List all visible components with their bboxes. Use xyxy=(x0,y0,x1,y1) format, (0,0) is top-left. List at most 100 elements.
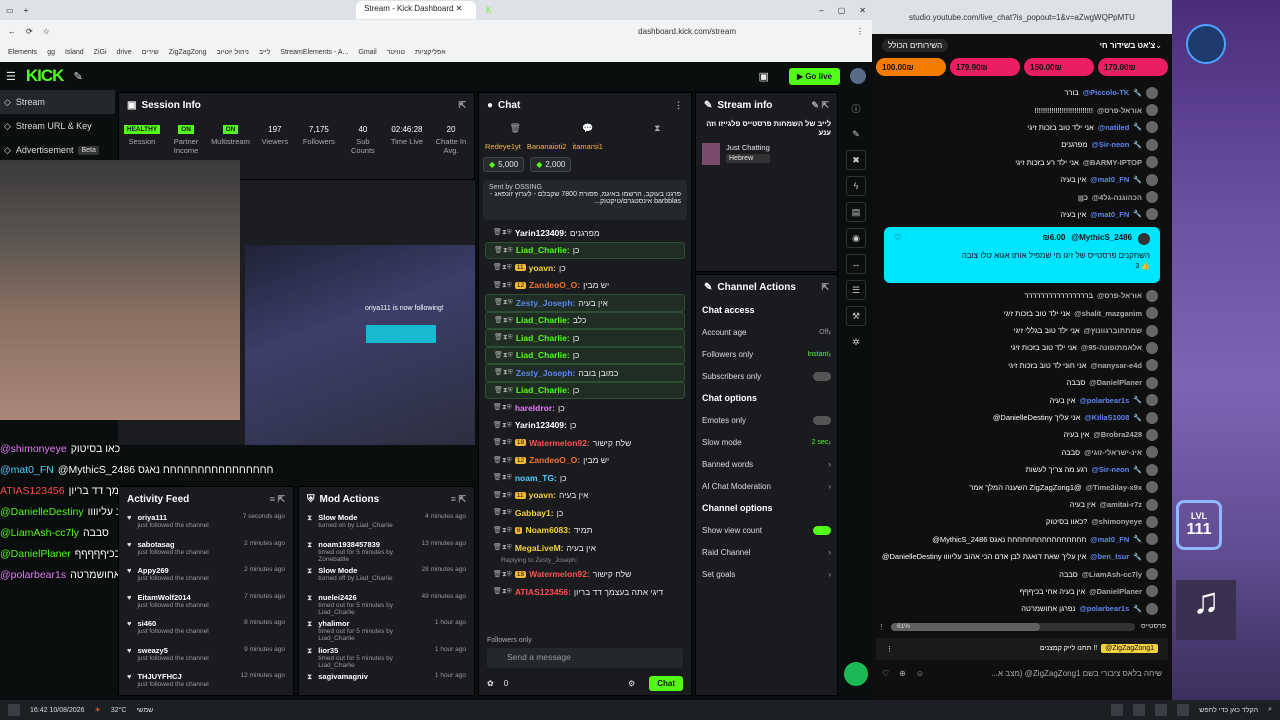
yt-message[interactable]: סבבה @אינ-ישראלי-זוגי xyxy=(872,444,1172,461)
yt-message[interactable]: ברררררררררררררררר @אוראל-פרס xyxy=(872,287,1172,304)
chat-username[interactable]: Watermelon92: xyxy=(529,569,590,579)
extensions-icon[interactable]: ⋮ xyxy=(856,27,864,36)
yt-message[interactable]: סבבה @DanielPlaner xyxy=(872,374,1172,391)
yt-author[interactable]: @Sir-neon xyxy=(1092,465,1130,474)
chat-message[interactable]: 🗑⧗⛨ Liad_Charlie: כן xyxy=(485,329,685,347)
chat-message[interactable]: 🗑⧗⛨ 11 yoavn: אין בעיה xyxy=(479,487,691,505)
channel-setting-row[interactable]: Emotes only xyxy=(696,409,837,431)
popout-icon[interactable]: ⇱ xyxy=(458,100,466,111)
heart-icon[interactable]: ♡ xyxy=(894,233,901,242)
feed-item[interactable]: ⧗ Slow Mode turned on by Liad_Charlie 4 min… xyxy=(299,511,474,538)
filter-icon[interactable]: ≡ ⇱ xyxy=(270,494,285,505)
yt-message[interactable]: נפרגן אחושמרטה @polarbear1s 🔧 xyxy=(872,600,1172,617)
hourglass-icon[interactable]: ⧗ xyxy=(654,123,660,134)
yt-author[interactable]: @shimonyeye xyxy=(1091,517,1142,526)
clear-icon[interactable]: ✖ xyxy=(846,150,866,170)
sidebar-item[interactable]: ◇ Stream xyxy=(0,90,115,114)
yt-message[interactable]: @MythicS_2486 חחחחחחחחחחחחחחחח נאגס @mat0… xyxy=(872,531,1172,548)
minimize-icon[interactable]: – xyxy=(819,6,823,15)
chat-message[interactable]: 🗑⧗⛨ Gabbay1: כן xyxy=(479,504,691,522)
feed-item[interactable]: ⧗ lior35 timed out for 5 minutes by Liad_C… xyxy=(299,644,474,671)
channel-setting-row[interactable]: Account age Off › xyxy=(696,321,837,343)
chat-username[interactable]: MegaLiveM: xyxy=(515,543,564,553)
channel-setting-row[interactable]: Raid Channel › xyxy=(696,541,837,563)
sidebar-item[interactable]: ◇ Advertisement Beta xyxy=(0,138,115,162)
mod-tools-icon[interactable]: 🗑⧗⛨ xyxy=(494,246,513,255)
chat-username[interactable]: Yarin123409: xyxy=(515,228,567,238)
feed-item[interactable]: ⧗ Slow Mode turned off by Liad_Charlie 28 m… xyxy=(299,564,474,591)
mod-tools-icon[interactable]: 🗑⧗⛨ xyxy=(493,421,512,430)
more-icon[interactable]: ⋮ xyxy=(674,100,683,111)
chat-username[interactable]: Liad_Charlie: xyxy=(516,315,570,325)
mod-tools-icon[interactable]: 🗑⧗⛨ xyxy=(494,298,513,307)
mod-tools-icon[interactable]: 🗑⧗⛨ xyxy=(493,281,512,290)
yt-message[interactable]: אני ילד טוב בזכות זיגי @shalit_mazganim xyxy=(872,305,1172,322)
yt-message[interactable]: רגע מה צריך לעשות @Sir-neon 🔧 xyxy=(872,461,1172,478)
chevron-right-icon[interactable]: › xyxy=(828,482,831,491)
chat-message[interactable]: 🗑⧗⛨ Liad_Charlie: כן xyxy=(485,381,685,399)
top-gifter[interactable]: Bananaioti2 xyxy=(527,142,567,151)
feed-item[interactable]: ⧗ sagivamagniv 1 hour ago xyxy=(299,670,474,697)
chat-username[interactable]: Noam6083: xyxy=(525,525,570,535)
chat-message[interactable]: 🗑⧗⛨ Yarin123409: מפרגנים xyxy=(479,224,691,242)
avatar[interactable] xyxy=(850,68,866,84)
feed-item[interactable]: ♥ oriya111 just followed the channel 7 seco… xyxy=(119,511,293,538)
yt-message[interactable]: אין בעיה @mat0_FN 🔧 xyxy=(872,171,1172,188)
edit-icon[interactable]: ✎ ⇱ xyxy=(811,100,829,111)
super-chat-chip[interactable]: 170.00₪ xyxy=(1098,58,1168,76)
heart-icon[interactable]: ♡ xyxy=(882,669,889,678)
yt-message[interactable]: !!!!!!!!!!!!!!!!!!!!!!!!!!!! @אוראל-פרס xyxy=(872,101,1172,118)
bookmark-link[interactable]: שירים xyxy=(142,49,159,56)
yt-message[interactable]: אני ילד רע בזכות זיגי @BARMY-IPTOP xyxy=(872,154,1172,171)
expand-icon[interactable]: ↔ xyxy=(846,254,866,274)
chevron-down-icon[interactable]: ⌄ xyxy=(1155,41,1162,50)
chevron-right-icon[interactable]: › xyxy=(828,548,831,557)
chrome-icon[interactable] xyxy=(1111,704,1124,716)
chat-username[interactable]: Yarin123409: xyxy=(515,420,567,430)
sidebar-item[interactable]: ◇ Stream URL & Key xyxy=(0,114,115,138)
yt-author[interactable]: @Piccolo-TK xyxy=(1083,88,1129,97)
yt-message[interactable]: אני ילד טוב בגללי זיגי @שמתתוברגוונוץ xyxy=(872,322,1172,339)
mod-tools-icon[interactable]: 🗑⧗⛨ xyxy=(493,456,512,465)
star-icon[interactable]: ☆ xyxy=(43,27,50,36)
yt-author[interactable]: @אוראל-פרס xyxy=(1097,106,1142,115)
chat-message[interactable]: 🗑⧗⛨ Zesty_Joseph: כמובן בובה xyxy=(485,364,685,382)
tool-icon[interactable]: ⚒ xyxy=(846,306,866,326)
popout-icon[interactable]: ⇱ xyxy=(821,282,829,293)
maximize-icon[interactable]: ▢ xyxy=(838,6,846,15)
yt-message[interactable]: אין בעיה @Brobra2428 xyxy=(872,426,1172,443)
chat-username[interactable]: yoavn: xyxy=(529,263,556,273)
chevron-right-icon[interactable]: › xyxy=(828,438,831,447)
chat-username[interactable]: yoavn: xyxy=(529,490,556,500)
chat-username[interactable]: ZandeoO_O: xyxy=(529,455,580,465)
mod-tools-icon[interactable]: 🗑⧗⛨ xyxy=(494,316,513,325)
yt-author[interactable]: @KillaS1008 xyxy=(1084,413,1129,422)
chat-username[interactable]: Liad_Charlie: xyxy=(516,350,570,360)
yt-author[interactable]: @LiamAsh-cc7ly xyxy=(1082,570,1142,579)
chat-message[interactable]: 🗑⧗⛨ Liad_Charlie: כן xyxy=(485,241,685,259)
feed-item[interactable]: ♥ EitamWolf2014 just followed the channel 7… xyxy=(119,591,293,618)
chat-username[interactable]: Liad_Charlie: xyxy=(516,385,570,395)
channel-setting-row[interactable]: AI Chat Moderation › xyxy=(696,475,837,497)
browser-tab-kick[interactable]: Stream - Kick Dashboard ✕ xyxy=(356,1,477,19)
channel-setting-row[interactable]: Slow mode 2 sec › xyxy=(696,431,837,453)
yt-author[interactable]: @polarbear1s xyxy=(1079,604,1129,613)
yt-message[interactable]: השענה המלך אמר ZigZagZong1@ @Time2ilay-x9… xyxy=(872,478,1172,495)
bookmark-link[interactable]: ZigZagZong xyxy=(169,49,207,56)
chat-message[interactable]: 🗑⧗⛨ 12 ZandeoO_O: יש מבין xyxy=(479,452,691,470)
yt-author[interactable]: @amitai-r7z xyxy=(1100,500,1142,509)
feed-item[interactable]: ⧗ nuelei2426 timed out for 5 minutes by Li… xyxy=(299,591,474,618)
chat-message[interactable]: 🗑⧗⛨ 6 Noam6083: תמיד xyxy=(479,522,691,540)
chat-message[interactable]: 🗑⧗⛨ Liad_Charlie: כן xyxy=(485,346,685,364)
yt-author[interactable]: @אלאמתופונה-95 xyxy=(1081,343,1142,352)
screen-icon[interactable]: ▣ xyxy=(759,70,769,83)
chat-message[interactable]: 🗑⧗⛨ 12 ZandeoO_O: יש מבין xyxy=(479,277,691,295)
channel-setting-row[interactable]: Followers only Instant › xyxy=(696,343,837,365)
close-window-icon[interactable]: ✕ xyxy=(859,6,866,15)
chat-message[interactable]: 🗑⧗⛨ 18 Watermelon92: שלח קישור xyxy=(479,566,691,584)
mod-tools-icon[interactable]: 🗑⧗⛨ xyxy=(493,587,512,596)
chat-message[interactable]: 🗑⧗⛨ 11 yoavn: כן xyxy=(479,259,691,277)
chat-username[interactable]: noam_TG: xyxy=(515,473,557,483)
yt-author[interactable]: @ben_tsur xyxy=(1090,552,1129,561)
yt-message[interactable]: @DanielleDestiny אני עליך @KillaS1008 🔧 xyxy=(872,409,1172,426)
